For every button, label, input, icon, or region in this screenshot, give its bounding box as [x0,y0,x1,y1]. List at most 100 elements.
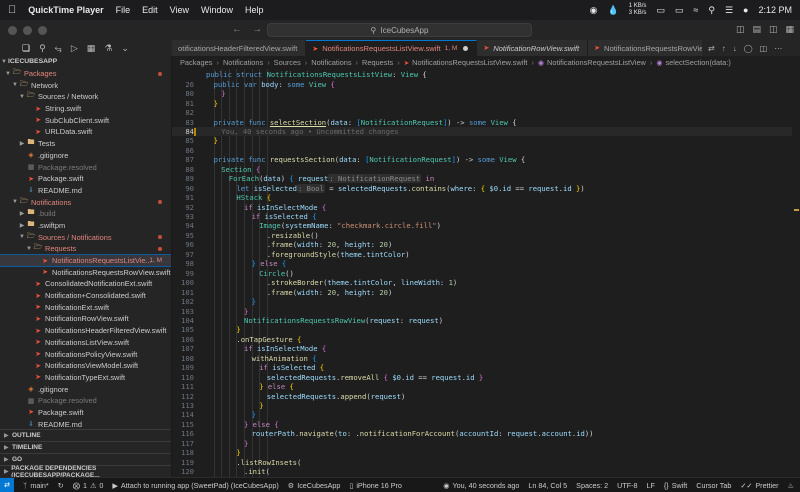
droplet-icon[interactable]: 💧 [607,5,618,16]
back-arrow-icon[interactable]: ← [232,24,242,35]
code-line[interactable]: 118} [172,448,800,458]
tree-item[interactable]: ➤ NotificationsListView.swift [0,337,171,349]
menu-window[interactable]: Window [201,5,233,15]
tree-item[interactable]: ▼ 🗁 Packages [0,68,171,80]
problems-status[interactable]: ⨂ 1 ⚠ 0 [73,481,104,490]
close-window-button[interactable] [8,25,17,35]
forward-arrow-icon[interactable]: → [252,24,262,35]
code-line[interactable]: 95 .resizable() [172,231,800,241]
minimize-window-button[interactable] [23,25,32,35]
code-line[interactable]: 104 NotificationsRequestsRowView(request:… [172,316,800,326]
code-line[interactable]: 91 HStack { [172,193,800,203]
more-views-chevron-icon[interactable]: ⌄ [121,43,129,54]
tree-item[interactable]: ⇓ README.md [0,185,171,197]
code-line[interactable]: 97 .foregroundStyle(theme.tintColor) [172,250,800,260]
menu-app-name[interactable]: QuickTime Player [28,5,103,15]
sidebar-section-header[interactable]: ▶ PACKAGE DEPENDENCIES (ICECUBESAPP/PACKA… [0,465,171,477]
tree-item[interactable]: ➤ NotificationsHeaderFilteredView.swift [0,325,171,337]
wifi-icon[interactable]: ≈ [693,5,698,15]
editor-tab[interactable]: ➤ NotificationRowView.swift [477,40,589,56]
menu-edit[interactable]: Edit [142,5,158,15]
code-line[interactable]: 26 public var body: some View { [172,79,800,89]
customize-layout-icon[interactable]: ▦ [785,24,794,35]
tree-item[interactable]: ▼ 🗁 Sources / Network [0,91,171,103]
run-debug-icon[interactable]: ▷ [71,43,78,54]
source-control-icon[interactable]: ⥃ [55,43,62,54]
code-line[interactable]: 100 .strokeBorder(theme.tintColor, lineWi… [172,278,800,288]
breadcrumb-item[interactable]: selectSection(data:) [665,58,730,67]
editor-tab[interactable]: ➤ NotificationsRequestsListView.swift 1, M [306,40,478,56]
tree-item[interactable]: ➤ Notification+Consolidated.swift [0,290,171,302]
code-line[interactable]: 107 if isInSelectMode { [172,344,800,354]
code-line[interactable]: 81} [172,98,800,108]
tree-item[interactable]: ➤ Package.swift [0,173,171,185]
code-line[interactable]: public struct NotificationsRequestsListV… [172,70,800,80]
unsaved-dot-icon[interactable] [463,46,469,51]
code-line[interactable]: 110 selectedRequests.removeAll { $0.id ==… [172,372,800,382]
tree-item[interactable]: ◈ .gitignore [0,150,171,162]
code-line[interactable]: 87 private func requestsSection(data: [No… [172,155,800,165]
tree-item[interactable]: ▼ 🗁 Requests [0,243,171,255]
scheme-picker[interactable]: ⚙ IceCubesApp [288,481,341,490]
code-editor[interactable]: public struct NotificationsRequestsListV… [172,69,800,477]
tree-item[interactable]: ▦ Package.resolved [0,395,171,407]
git-blame[interactable]: ◉ You, 40 seconds ago [443,481,519,490]
code-line[interactable]: 109 if isSelected { [172,363,800,373]
breadcrumb-item[interactable]: NotificationsRequestsListView [547,58,646,67]
breadcrumb-item[interactable]: Notifications [223,58,263,67]
search-view-icon[interactable]: ⚲ [39,43,46,54]
battery-icon[interactable]: ▭ [675,5,684,16]
sidebar-section-header[interactable]: ▶ GO [0,453,171,465]
code-line[interactable]: 113} [172,401,800,411]
breadcrumb-item[interactable]: Requests [362,58,393,67]
code-line[interactable]: 93 if isSelected { [172,212,800,222]
tree-item[interactable]: ▼ 🗁 Notifications [0,196,171,208]
go-next-change-icon[interactable]: ↓ [733,44,737,53]
code-line[interactable]: 90 let isSelected: Bool = selectedRequest… [172,183,800,193]
code-line[interactable]: 115} else { [172,420,800,430]
tree-item[interactable]: ➤ ConsolidatedNotificationExt.swift [0,278,171,290]
tree-item[interactable]: ➤ NotificationTypeExt.swift [0,372,171,384]
command-center-search[interactable]: ⚲ IceCubesApp [267,23,532,37]
toggle-secondary-sidebar-icon[interactable]: ◫ [769,24,778,35]
code-line[interactable]: 106 .onTapGesture { [172,335,800,345]
testing-icon[interactable]: ⚗ [104,43,112,54]
breadcrumb-item[interactable]: Packages [180,58,212,67]
menu-view[interactable]: View [170,5,189,15]
tree-item[interactable]: ➤ NotificationsRequestsListVie... 1, M [0,253,171,268]
code-line[interactable]: 102} [172,297,800,307]
menu-file[interactable]: File [116,5,131,15]
sync-status[interactable]: ↻ [58,481,64,490]
remote-indicator-icon[interactable]: ⇄ [0,477,14,492]
code-line[interactable]: 98} else { [172,259,800,269]
tree-item[interactable]: ◈ .gitignore [0,383,171,395]
editor-tab[interactable]: otificationsHeaderFilteredView.swift [172,40,307,56]
tree-item[interactable]: ▦ Package.resolved [0,161,171,173]
control-center-icon[interactable]: ☰ [725,5,733,16]
code-line[interactable]: 96 .frame(width: 20, height: 20) [172,240,800,250]
breadcrumb-item[interactable]: NotificationsRequestsListView.swift [412,58,527,67]
code-line[interactable]: 88 Section { [172,165,800,175]
language-mode[interactable]: {} Swift [664,481,687,490]
code-line[interactable]: 120 .init( [172,467,800,477]
code-line[interactable]: 116 routerPath.navigate(to: .notification… [172,429,800,439]
compare-changes-icon[interactable]: ⇄ [708,44,715,53]
code-line[interactable]: 101 .frame(width: 20, height: 20) [172,287,800,297]
zoom-window-button[interactable] [38,25,47,35]
toggle-sidebar-icon[interactable]: ◫ [736,24,745,35]
code-line[interactable]: 108 withAnimation { [172,354,800,364]
breadcrumb-item[interactable]: Sources [274,58,301,67]
timeline-icon[interactable]: ◯ [744,44,753,53]
display-icon[interactable]: ▭ [656,5,665,16]
notifications-bell-icon[interactable]: ♨ [788,481,794,490]
code-line[interactable]: 80} [172,89,800,99]
tree-item[interactable]: ➤ SubClubClient.swift [0,114,171,126]
apple-menu-icon[interactable]:  [8,4,16,16]
code-line[interactable]: 111} else { [172,382,800,392]
extensions-icon[interactable]: ▦ [87,43,96,54]
code-line[interactable]: 86 [172,146,800,156]
tree-item[interactable]: ▼ 🗁 Network [0,79,171,91]
tree-item[interactable]: ➤ URLData.swift [0,126,171,138]
code-line[interactable]: 119 .listRowInsets( [172,457,800,467]
tree-item[interactable]: ➤ NotificationRowView.swift [0,313,171,325]
